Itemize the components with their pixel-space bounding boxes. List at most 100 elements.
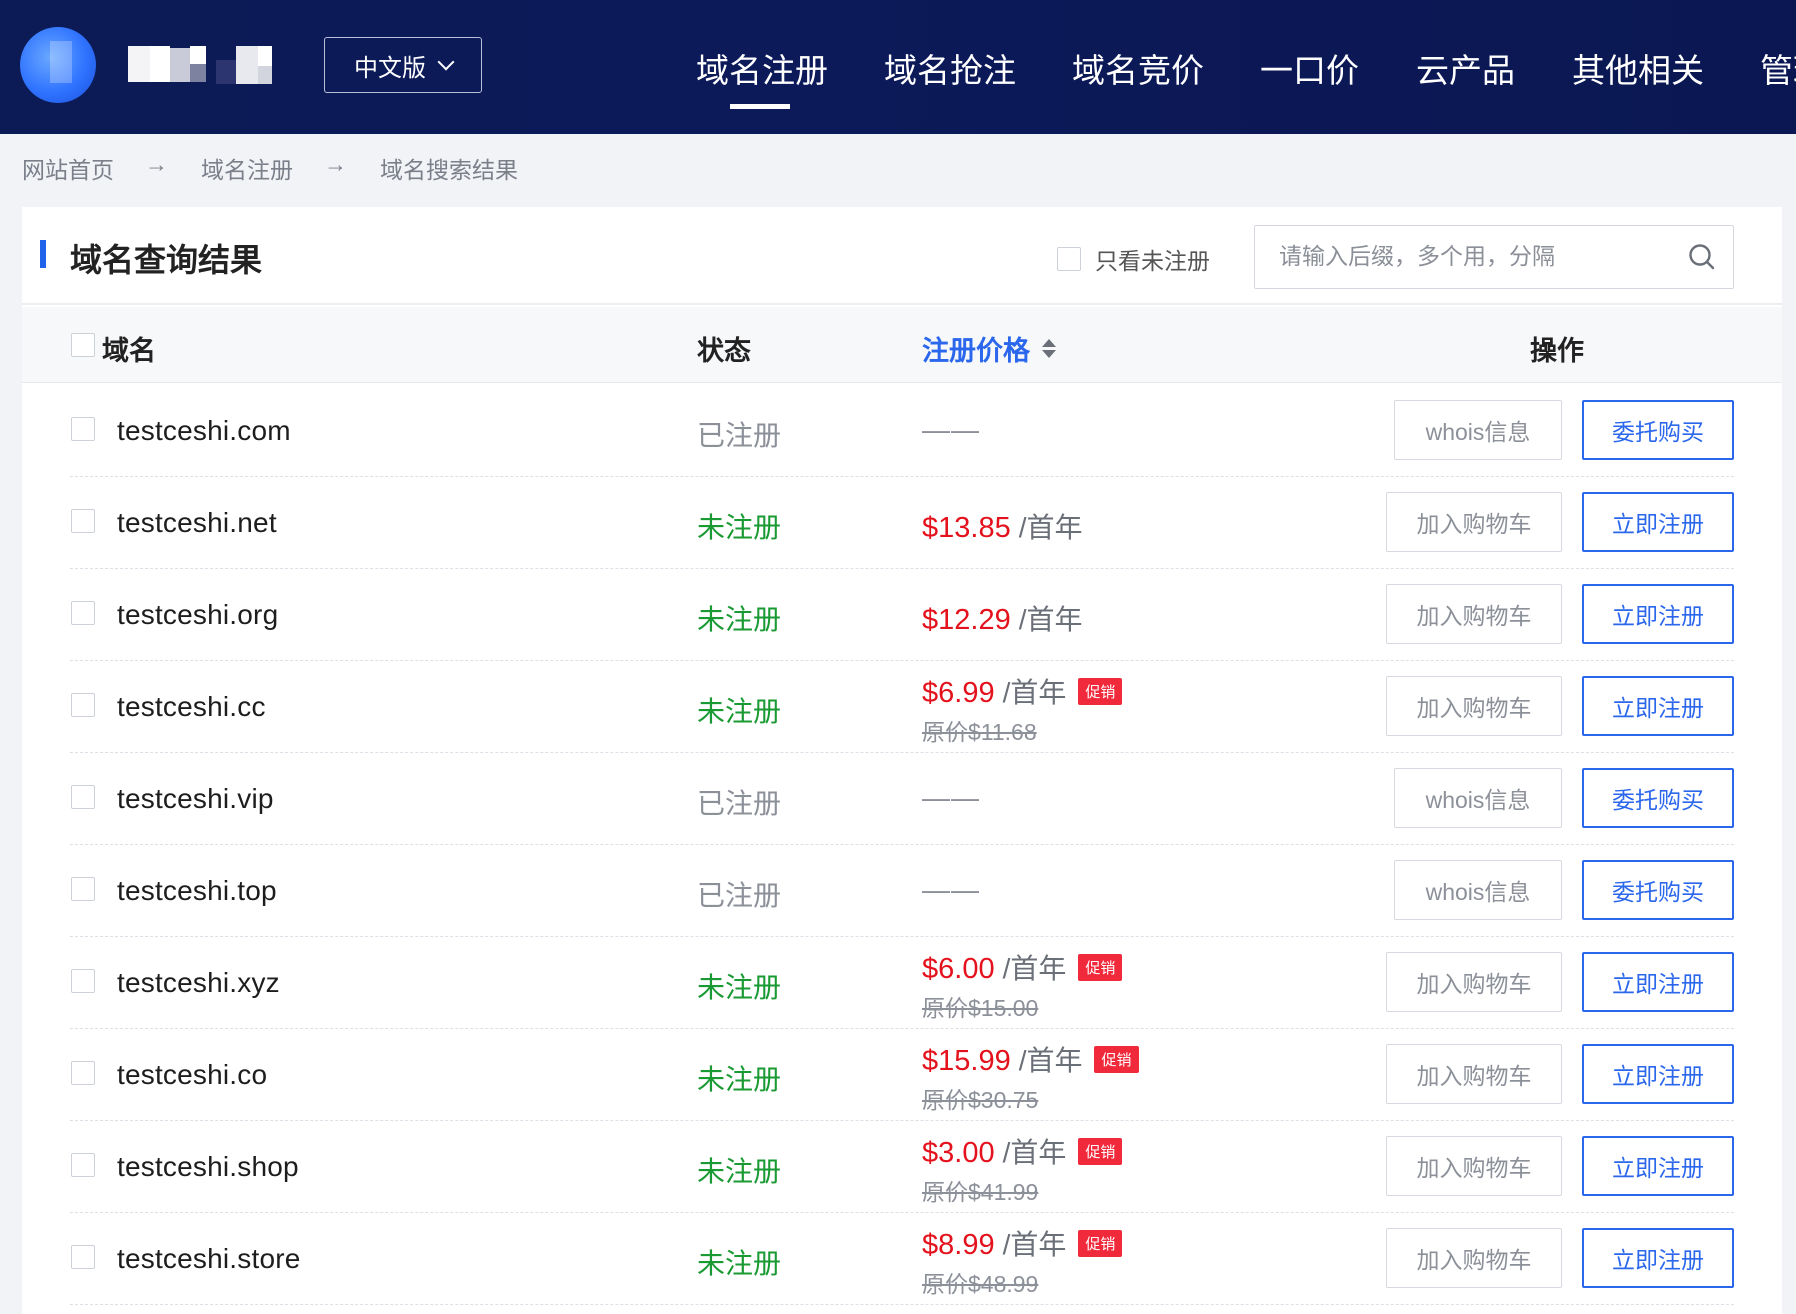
table-row: testceshi.net 未注册 $13.85/首年 加入购物车 立即注册 (22, 477, 1782, 569)
price-empty: —— (922, 414, 980, 445)
status-badge: 未注册 (697, 1248, 782, 1279)
breadcrumb-current: 域名搜索结果 (380, 157, 518, 183)
row-checkbox[interactable] (71, 1153, 95, 1177)
nav-item-domain-auction[interactable]: 域名竞价 (1072, 44, 1204, 92)
domain-name: testceshi.shop (117, 1151, 299, 1182)
broker-purchase-button[interactable]: 委托购买 (1582, 768, 1734, 828)
register-now-button[interactable]: 立即注册 (1582, 676, 1734, 736)
only-unregistered-filter[interactable]: 只看未注册 (1057, 242, 1210, 276)
price-amount: $15.99 (922, 1045, 1011, 1077)
add-to-cart-button[interactable]: 加入购物车 (1386, 584, 1562, 644)
register-now-button[interactable]: 立即注册 (1582, 492, 1734, 552)
domain-name: testceshi.vip (117, 783, 274, 814)
table-row: testceshi.top 已注册 —— whois信息 委托购买 (22, 845, 1782, 937)
nav-item-fixed-price[interactable]: 一口价 (1260, 44, 1359, 92)
table-header: 域名 状态 注册价格 操作 (22, 307, 1782, 383)
column-status: 状态 (697, 336, 751, 366)
column-price-sort[interactable]: 注册价格 (922, 329, 1056, 368)
register-now-button[interactable]: 立即注册 (1582, 584, 1734, 644)
whois-button[interactable]: whois信息 (1394, 768, 1562, 828)
row-checkbox[interactable] (71, 1061, 95, 1085)
breadcrumb-domain-register[interactable]: 域名注册 (201, 151, 293, 185)
title-accent-bar (40, 240, 46, 268)
status-badge: 未注册 (697, 696, 782, 727)
domain-name: testceshi.org (117, 599, 279, 630)
table-row: testceshi.store 未注册 $8.99/首年 促销 原价$48.99 加入购物… (22, 1213, 1782, 1305)
language-select[interactable]: 中文版 (324, 37, 482, 93)
price-amount: $12.29 (922, 604, 1011, 636)
add-to-cart-button[interactable]: 加入购物车 (1386, 676, 1562, 736)
original-price: 原价$30.75 (922, 1087, 1039, 1113)
row-checkbox[interactable] (71, 969, 95, 993)
broker-purchase-button[interactable]: 委托购买 (1582, 400, 1734, 460)
status-badge: 未注册 (697, 1064, 782, 1095)
promo-badge: 促销 (1078, 954, 1123, 981)
price-cell: $15.99/首年 促销 原价$30.75 (922, 1039, 1139, 1115)
breadcrumb-home[interactable]: 网站首页 (22, 151, 114, 185)
price-cell: —— (922, 874, 980, 906)
nav-item-cloud-products[interactable]: 云产品 (1416, 44, 1515, 92)
top-header: 中文版 域名注册 域名抢注 域名竞价 一口价 云产品 其他相关 管理 (0, 0, 1796, 134)
row-checkbox[interactable] (71, 1245, 95, 1269)
price-empty: —— (922, 782, 980, 813)
arrow-right-icon: → (324, 151, 347, 177)
status-badge: 已注册 (697, 880, 782, 911)
add-to-cart-button[interactable]: 加入购物车 (1386, 1228, 1562, 1288)
brand-logo-text[interactable] (128, 46, 290, 84)
select-all-checkbox[interactable] (71, 333, 95, 357)
row-checkbox[interactable] (71, 417, 95, 441)
logo-icon[interactable] (20, 27, 96, 103)
table-row: testceshi.cc 未注册 $6.99/首年 促销 原价$11.68 加入购物车 立即… (22, 661, 1782, 753)
price-empty: —— (922, 874, 980, 905)
domain-name: testceshi.store (117, 1243, 301, 1274)
row-checkbox[interactable] (71, 785, 95, 809)
original-price: 原价$15.00 (922, 995, 1039, 1021)
promo-badge: 促销 (1078, 1230, 1123, 1257)
add-to-cart-button[interactable]: 加入购物车 (1386, 952, 1562, 1012)
price-cell: $6.00/首年 促销 原价$15.00 (922, 947, 1123, 1023)
domain-name: testceshi.co (117, 1059, 268, 1090)
promo-badge: 促销 (1094, 1046, 1139, 1073)
row-checkbox[interactable] (71, 601, 95, 625)
nav-item-other[interactable]: 其他相关 (1572, 44, 1704, 92)
column-action: 操作 (1530, 336, 1584, 366)
price-amount: $6.99 (922, 677, 995, 709)
promo-badge: 促销 (1078, 1138, 1123, 1165)
domain-name: testceshi.top (117, 875, 277, 906)
table-row: testceshi.vip 已注册 —— whois信息 委托购买 (22, 753, 1782, 845)
register-now-button[interactable]: 立即注册 (1582, 1228, 1734, 1288)
add-to-cart-button[interactable]: 加入购物车 (1386, 492, 1562, 552)
original-price: 原价$48.99 (922, 1271, 1039, 1297)
register-now-button[interactable]: 立即注册 (1582, 952, 1734, 1012)
suffix-search-box (1254, 225, 1734, 289)
domain-name: testceshi.net (117, 507, 277, 538)
price-amount: $3.00 (922, 1137, 995, 1169)
whois-button[interactable]: whois信息 (1394, 860, 1562, 920)
broker-purchase-button[interactable]: 委托购买 (1582, 860, 1734, 920)
nav-item-manage[interactable]: 管理 (1760, 44, 1796, 92)
add-to-cart-button[interactable]: 加入购物车 (1386, 1044, 1562, 1104)
table-row: testceshi.co 未注册 $15.99/首年 促销 原价$30.75 加入购物车立… (22, 1029, 1782, 1121)
row-checkbox[interactable] (71, 877, 95, 901)
nav-item-domain-snap[interactable]: 域名抢注 (884, 44, 1016, 92)
row-checkbox[interactable] (71, 693, 95, 717)
suffix-search-input[interactable] (1279, 226, 1669, 286)
domain-name: testceshi.cc (117, 691, 266, 722)
search-icon[interactable] (1687, 242, 1717, 272)
status-badge: 已注册 (697, 788, 782, 819)
promo-badge: 促销 (1078, 678, 1123, 705)
domain-name: testceshi.xyz (117, 967, 280, 998)
whois-button[interactable]: whois信息 (1394, 400, 1562, 460)
price-cell: —— (922, 414, 980, 446)
register-now-button[interactable]: 立即注册 (1582, 1136, 1734, 1196)
table-row: testceshi.com 已注册 —— whois信息 委托购买 (22, 385, 1782, 477)
register-now-button[interactable]: 立即注册 (1582, 1044, 1734, 1104)
nav-item-domain-register[interactable]: 域名注册 (696, 44, 828, 109)
panel-title: 域名查询结果 (70, 242, 263, 278)
language-label: 中文版 (354, 54, 426, 82)
sort-icon[interactable] (1042, 339, 1056, 358)
price-unit: /首年 (1002, 1229, 1067, 1260)
row-checkbox[interactable] (71, 509, 95, 533)
only-unregistered-checkbox[interactable] (1057, 247, 1081, 271)
add-to-cart-button[interactable]: 加入购物车 (1386, 1136, 1562, 1196)
